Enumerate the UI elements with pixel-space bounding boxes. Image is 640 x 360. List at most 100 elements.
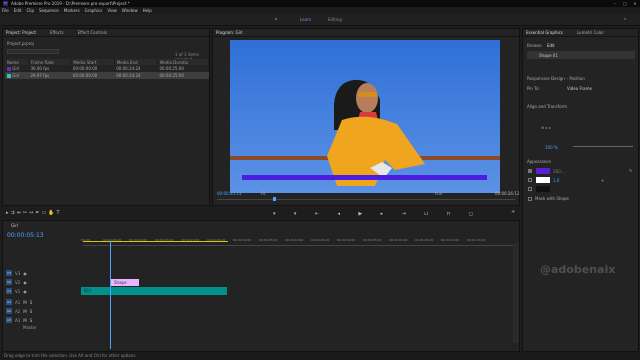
media-start: 00:00:00:00 <box>70 72 115 79</box>
stroke-color-swatch[interactable] <box>536 177 550 183</box>
go-to-out-icon[interactable]: ⇥ <box>402 211 406 217</box>
razor-tool-icon[interactable]: ✂ <box>23 210 27 216</box>
type-tool-icon[interactable]: T <box>57 210 60 216</box>
maximize-button[interactable]: □ <box>620 1 630 6</box>
position-values[interactable]: ⊕ ▸ ▸ <box>541 125 551 130</box>
eye-icon[interactable]: ◉ <box>23 289 27 294</box>
hand-tool-icon[interactable]: ✋ <box>48 210 54 216</box>
track-target[interactable]: V1 <box>6 288 12 294</box>
tab-lumetri-color[interactable]: Lumetri Color <box>577 30 604 35</box>
project-search-input[interactable] <box>7 49 59 54</box>
mask-checkbox[interactable] <box>528 197 532 201</box>
program-scrubber[interactable] <box>217 199 515 200</box>
step-forward-icon[interactable]: ▸ <box>381 211 384 217</box>
stroke-width[interactable]: 1.0 <box>553 178 559 183</box>
extract-icon[interactable]: ⊓ <box>446 211 450 217</box>
workspace-learn[interactable]: Learn <box>300 17 311 22</box>
track-target[interactable]: V2 <box>6 279 12 285</box>
playhead-timecode[interactable]: 00:00:05:13 <box>217 191 241 196</box>
solo-icon[interactable]: S <box>30 300 33 305</box>
project-table: Name Frame Rate Media Start Media End Me… <box>5 59 210 79</box>
play-icon[interactable]: ▶ <box>358 211 362 217</box>
ruler-tick: 00:00:15:00 <box>155 238 174 242</box>
track-select-icon[interactable]: ⇉ <box>11 210 15 216</box>
add-button-icon[interactable]: + <box>511 209 515 215</box>
program-playhead[interactable] <box>273 197 276 201</box>
add-stroke-icon[interactable]: + <box>601 178 604 183</box>
solo-icon[interactable]: S <box>30 309 33 314</box>
clip-label: Shape <box>114 280 127 285</box>
menu-graphics[interactable]: Graphics <box>85 8 103 13</box>
close-button[interactable]: ✕ <box>630 1 640 6</box>
track-target[interactable]: A2 <box>6 308 12 314</box>
girl-video-clip[interactable]: Girl <box>81 287 227 295</box>
resolution-select[interactable]: Full <box>435 191 442 196</box>
pen-tool-icon[interactable]: ✒ <box>35 210 39 216</box>
eyedropper-icon[interactable]: ✎ <box>629 168 632 173</box>
tab-effects[interactable]: Effects <box>50 30 64 35</box>
home-icon[interactable]: ⌂ <box>275 16 278 21</box>
track-target[interactable]: A3 <box>6 317 12 323</box>
timeline-playhead[interactable] <box>110 241 111 349</box>
search-icon[interactable]: ⌕ <box>624 16 626 21</box>
track-label: A2 <box>15 308 21 314</box>
menu-view[interactable]: View <box>107 8 117 13</box>
go-to-in-icon[interactable]: ⇤ <box>315 211 319 217</box>
eye-icon[interactable]: ◉ <box>23 271 27 276</box>
stroke-checkbox[interactable] <box>528 178 532 182</box>
export-frame-icon[interactable]: ◻ <box>469 211 473 217</box>
eye-icon[interactable]: ◉ <box>23 280 27 285</box>
selection-tool-icon[interactable]: ▸ <box>6 210 9 216</box>
table-row[interactable]: Girl 29.97 fps 00:00:00:00 00:00:24:24 0… <box>5 72 209 79</box>
mute-icon[interactable]: M <box>23 318 26 323</box>
slip-tool-icon[interactable]: ↔ <box>29 210 33 216</box>
tab-program[interactable]: Program: Girl <box>216 30 242 35</box>
minimize-button[interactable]: – <box>610 1 620 6</box>
frame-rate: 29.97 fps <box>28 72 71 79</box>
track-target[interactable]: A1 <box>6 299 12 305</box>
timeline-timecode[interactable]: 00:00:05:13 <box>7 232 44 239</box>
ripple-edit-icon[interactable]: ⇹ <box>17 210 21 216</box>
fill-color-swatch[interactable] <box>536 168 550 174</box>
subtab-edit[interactable]: Edit <box>547 43 555 48</box>
video-frame[interactable] <box>230 40 500 193</box>
mask-with-shape-label: Mask with Shape <box>535 196 569 201</box>
subtab-browse[interactable]: Browse <box>527 43 542 48</box>
project-path: Project.prproj <box>7 41 34 46</box>
tab-effect-controls[interactable]: Effect Controls <box>78 30 107 35</box>
menu-bar: File Edit Clip Sequence Markers Graphics… <box>0 7 640 14</box>
track-target[interactable]: V3 <box>6 270 12 276</box>
track-a1: A1 A1 M S <box>3 298 81 306</box>
mute-icon[interactable]: M <box>23 300 26 305</box>
menu-file[interactable]: File <box>2 8 9 13</box>
opacity-value[interactable]: 100 % <box>545 145 558 150</box>
menu-help[interactable]: Help <box>143 8 152 13</box>
tab-project[interactable]: Project: Project <box>6 30 36 35</box>
menu-clip[interactable]: Clip <box>26 8 34 13</box>
rectangle-tool-icon[interactable]: ▭ <box>42 210 47 216</box>
menu-edit[interactable]: Edit <box>14 8 22 13</box>
solo-icon[interactable]: S <box>30 318 33 323</box>
opacity-slider[interactable] <box>573 146 633 147</box>
shadow-color-swatch[interactable] <box>536 186 550 192</box>
fill-checkbox[interactable] <box>528 169 532 173</box>
menu-window[interactable]: Window <box>122 8 138 13</box>
tab-essential-graphics[interactable]: Essential Graphics <box>526 30 563 35</box>
media-end: 00:00:24:24 <box>116 66 141 71</box>
lift-icon[interactable]: ⊔ <box>424 211 428 217</box>
sequence-name[interactable]: Girl <box>11 223 18 228</box>
shadow-checkbox[interactable] <box>528 187 532 191</box>
shape-clip[interactable]: Shape <box>111 279 139 286</box>
layer-shape[interactable]: Shape 01 <box>539 53 558 58</box>
menu-sequence[interactable]: Sequence <box>39 8 59 13</box>
table-row[interactable]: Girl 30.00 fps 00:00:00:00 00:00:24:24 0… <box>5 65 209 72</box>
mute-icon[interactable]: M <box>23 309 26 314</box>
workspace-editing[interactable]: Editing <box>328 17 342 22</box>
mark-out-icon[interactable]: ▾ <box>294 211 297 217</box>
menu-markers[interactable]: Markers <box>64 8 80 13</box>
step-back-icon[interactable]: ◂ <box>337 211 340 217</box>
mark-in-icon[interactable]: ▾ <box>273 211 276 217</box>
pin-to-select[interactable]: Video Frame <box>567 86 592 91</box>
timeline-scrollbar[interactable] <box>513 243 519 343</box>
zoom-fit-select[interactable]: Fit <box>261 191 266 196</box>
